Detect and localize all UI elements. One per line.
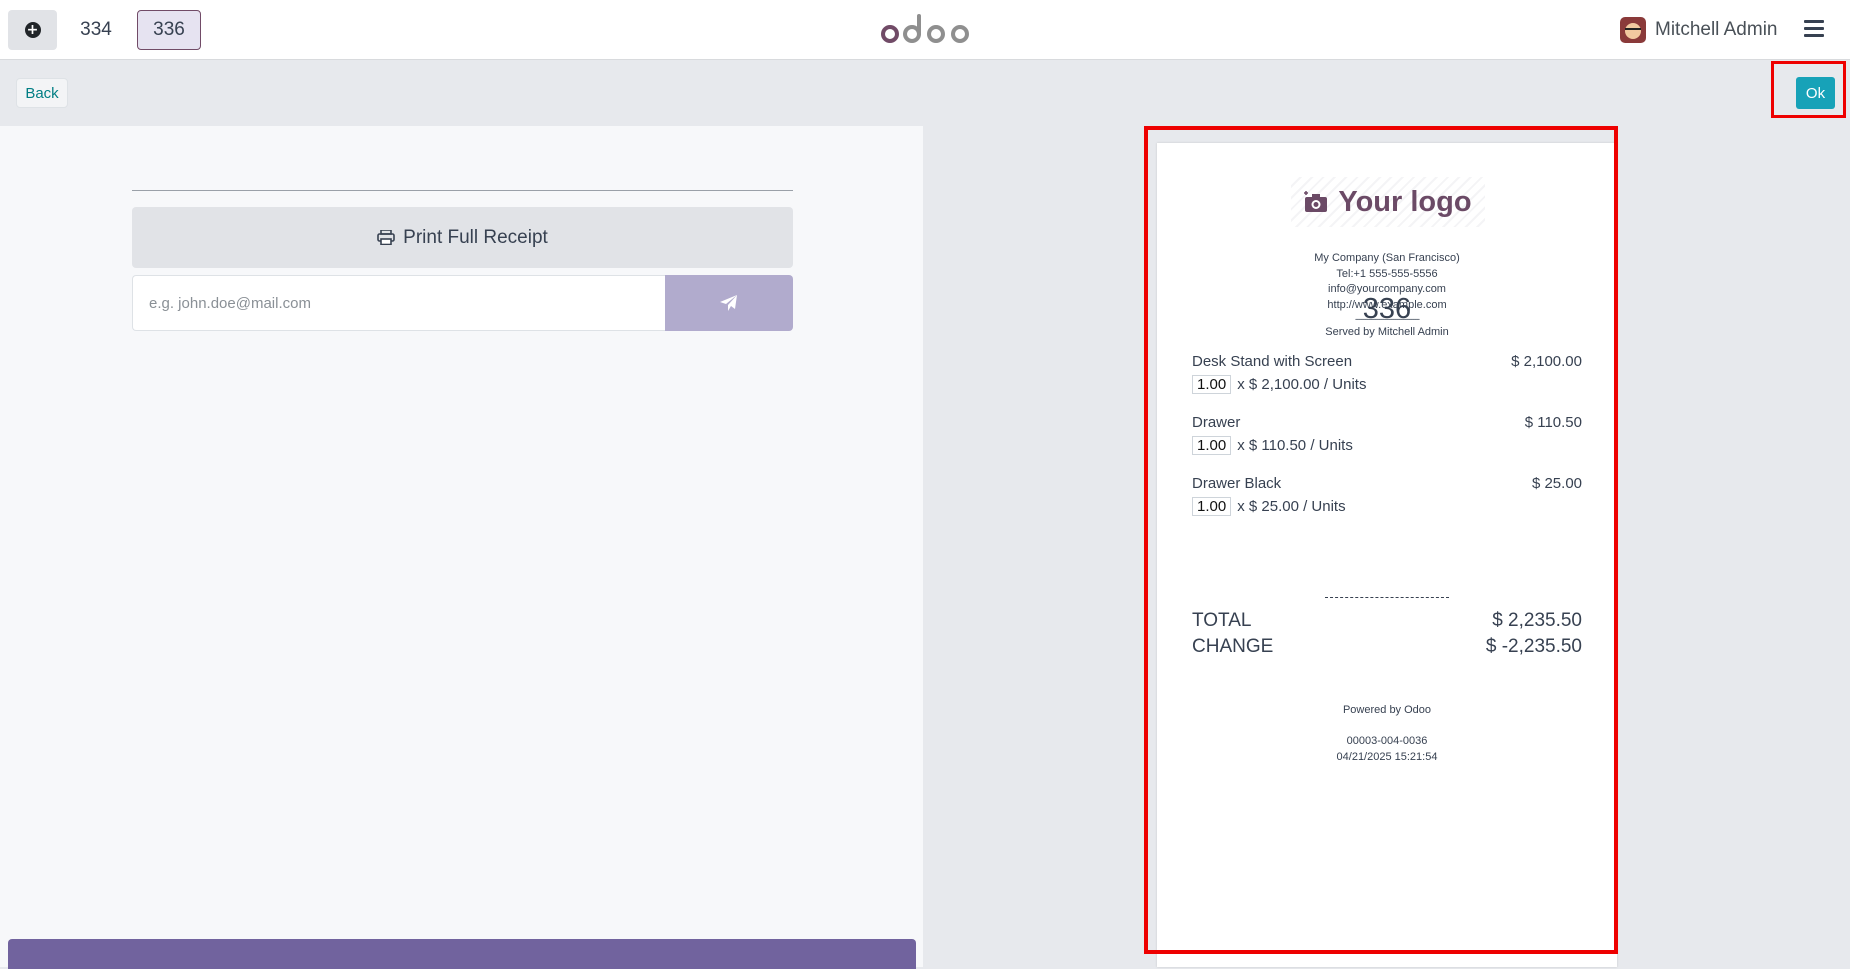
plus-circle-icon: + bbox=[24, 22, 41, 38]
order-tab-334[interactable]: 334 bbox=[66, 10, 126, 50]
print-full-receipt-button[interactable]: Print Full Receipt bbox=[132, 207, 793, 268]
bottom-action-bar[interactable] bbox=[8, 939, 916, 969]
send-email-button[interactable] bbox=[665, 275, 793, 331]
odoo-logo bbox=[881, 14, 969, 43]
back-button[interactable]: Back bbox=[16, 78, 68, 108]
receipt-actions-panel: Print Full Receipt bbox=[0, 126, 923, 969]
user-avatar bbox=[1620, 17, 1646, 43]
receipt-highlight-frame bbox=[1144, 126, 1618, 954]
hamburger-menu-icon[interactable] bbox=[1804, 20, 1824, 38]
order-tab-336[interactable]: 336 bbox=[137, 10, 201, 50]
top-navbar: + 334 336 Mitchell Admin bbox=[0, 0, 1850, 60]
email-input[interactable] bbox=[132, 275, 665, 331]
user-name: Mitchell Admin bbox=[1655, 19, 1778, 40]
paper-plane-icon bbox=[720, 295, 737, 311]
print-full-receipt-label: Print Full Receipt bbox=[403, 226, 548, 248]
user-menu[interactable]: Mitchell Admin bbox=[1620, 16, 1778, 44]
divider bbox=[132, 190, 793, 191]
printer-icon bbox=[377, 230, 395, 245]
new-order-button[interactable]: + bbox=[8, 10, 57, 50]
ok-button[interactable]: Ok bbox=[1796, 77, 1835, 109]
